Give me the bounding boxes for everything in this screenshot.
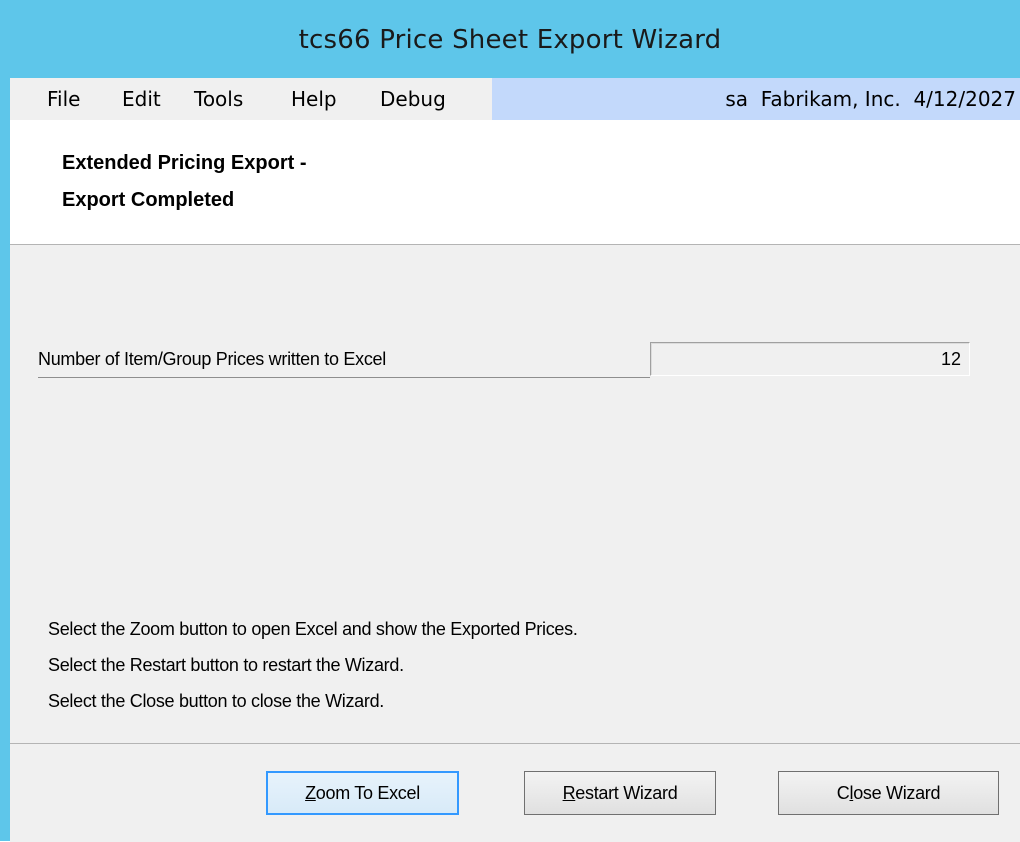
menu-debug[interactable]: Debug: [380, 78, 446, 120]
close-button-label: ose Wizard: [853, 783, 941, 803]
wizard-window: tcs66 Price Sheet Export Wizard File Edi…: [0, 0, 1020, 842]
zoom-to-excel-button[interactable]: Zoom To Excel: [266, 771, 459, 815]
menu-edit[interactable]: Edit: [122, 78, 161, 120]
restart-accel-key: R: [562, 783, 576, 803]
menu-tools[interactable]: Tools: [194, 78, 243, 120]
menu-bar: File Edit Tools Help Debug sa Fabrikam, …: [10, 78, 1020, 120]
header-title-line2: Export Completed: [62, 189, 235, 211]
window-title: tcs66 Price Sheet Export Wizard: [298, 25, 722, 55]
prices-written-label: Number of Item/Group Prices written to E…: [38, 349, 386, 369]
wizard-header: Extended Pricing Export - Export Complet…: [10, 120, 1020, 245]
restart-wizard-button[interactable]: Restart Wizard: [524, 771, 716, 815]
instruction-close: Select the Close button to close the Wiz…: [48, 691, 384, 711]
close-wizard-button[interactable]: Close Wizard: [778, 771, 999, 815]
instruction-zoom: Select the Zoom button to open Excel and…: [48, 619, 578, 639]
title-bar[interactable]: tcs66 Price Sheet Export Wizard: [0, 0, 1020, 78]
status-text: sa Fabrikam, Inc. 4/12/2027: [725, 87, 1016, 111]
menu-help[interactable]: Help: [291, 78, 337, 120]
label-underline: [38, 377, 650, 378]
restart-button-label: estart Wizard: [575, 783, 678, 803]
wizard-content: Number of Item/Group Prices written to E…: [10, 245, 1020, 743]
user-company-date-status: sa Fabrikam, Inc. 4/12/2027: [492, 78, 1020, 120]
close-button-label-prefix: C: [836, 783, 850, 803]
menu-file[interactable]: File: [47, 78, 80, 120]
zoom-accel-key: Z: [305, 783, 316, 803]
prices-written-value-field: 12: [650, 342, 970, 376]
wizard-footer: Zoom To Excel Restart Wizard Close Wizar…: [10, 743, 1020, 842]
header-title-line1: Extended Pricing Export -: [62, 152, 307, 174]
zoom-button-label: oom To Excel: [315, 783, 420, 803]
instruction-restart: Select the Restart button to restart the…: [48, 655, 404, 675]
